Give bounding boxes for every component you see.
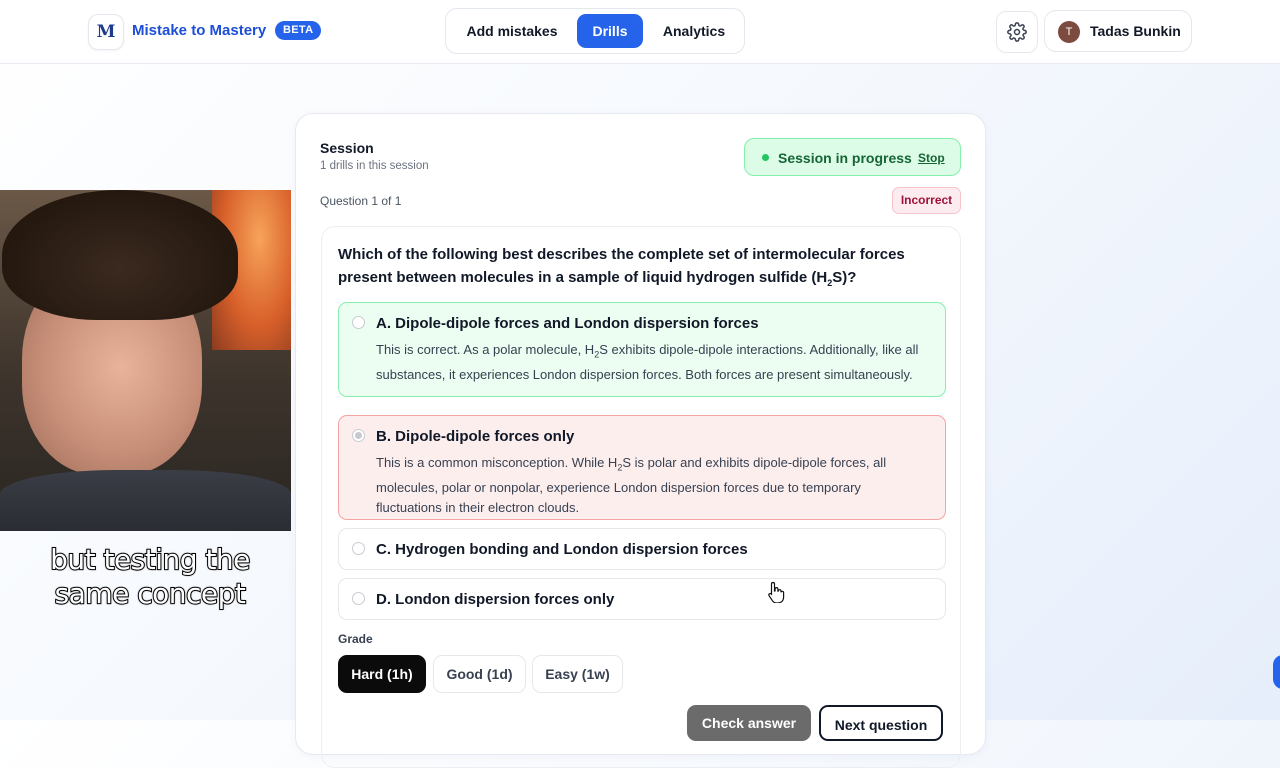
tab-drills[interactable]: Drills [577, 14, 643, 48]
caption-line-1: but testing the [49, 542, 251, 577]
session-status-text: Session in progress [778, 150, 912, 166]
main-nav: Add mistakes Drills Analytics [445, 8, 745, 54]
option-explanation: This is a common misconception. While H2… [376, 455, 887, 515]
tab-analytics[interactable]: Analytics [652, 14, 736, 48]
option-d[interactable]: D. London dispersion forces only [338, 578, 946, 620]
tab-add-mistakes[interactable]: Add mistakes [460, 14, 564, 48]
caption-line-2: same concept [54, 576, 247, 611]
session-title: Session [320, 140, 374, 156]
radio-icon[interactable] [352, 316, 365, 329]
option-b[interactable]: B. Dipole-dipole forces only This is a c… [338, 415, 946, 520]
status-dot-icon [762, 154, 769, 161]
question-panel: Which of the following best describes th… [321, 226, 961, 768]
option-label: A. Dipole-dipole forces and London dispe… [376, 315, 759, 332]
result-badge: Incorrect [892, 187, 961, 214]
settings-button[interactable] [996, 11, 1038, 53]
radio-icon[interactable] [352, 542, 365, 555]
user-name: Tadas Bunkin [1090, 23, 1181, 39]
option-label: B. Dipole-dipole forces only [376, 428, 575, 445]
logo-icon[interactable]: M [88, 14, 124, 50]
question-text: Which of the following best describes th… [338, 246, 905, 288]
next-question-button[interactable]: Next question [819, 705, 943, 741]
session-subtitle: 1 drills in this session [320, 160, 429, 172]
option-label: C. Hydrogen bonding and London dispersio… [376, 541, 748, 558]
grade-hard-button[interactable]: Hard (1h) [338, 655, 426, 693]
session-card: Session 1 drills in this session Session… [295, 113, 986, 768]
presenter-hair [2, 190, 238, 320]
grade-easy-button[interactable]: Easy (1w) [532, 655, 623, 693]
radio-selected-icon[interactable] [352, 429, 365, 442]
floating-help-button[interactable] [1273, 655, 1280, 689]
webcam-overlay [0, 190, 291, 531]
radio-icon[interactable] [352, 592, 365, 605]
session-status-pill: Session in progress Stop [744, 138, 961, 176]
option-a[interactable]: A. Dipole-dipole forces and London dispe… [338, 302, 946, 397]
top-bar: M Mistake to Mastery BETA Add mistakes D… [0, 0, 1280, 64]
option-label: D. London dispersion forces only [376, 591, 615, 608]
check-answer-button[interactable]: Check answer [687, 705, 811, 741]
video-caption: but testing the same concept [20, 542, 280, 611]
grade-label: Grade [338, 632, 373, 646]
hand-cursor-icon [768, 581, 785, 603]
option-c[interactable]: C. Hydrogen bonding and London dispersio… [338, 528, 946, 570]
presenter-shirt [0, 470, 291, 531]
user-menu-button[interactable]: T Tadas Bunkin [1044, 10, 1192, 52]
gear-icon [1007, 22, 1027, 42]
brand-name[interactable]: Mistake to Mastery [132, 22, 266, 39]
stop-session-link[interactable]: Stop [918, 151, 945, 165]
option-explanation: This is correct. As a polar molecule, H2… [376, 342, 919, 382]
avatar: T [1058, 21, 1080, 43]
question-counter: Question 1 of 1 [320, 194, 402, 208]
grade-good-button[interactable]: Good (1d) [433, 655, 526, 693]
beta-badge: BETA [275, 21, 322, 40]
